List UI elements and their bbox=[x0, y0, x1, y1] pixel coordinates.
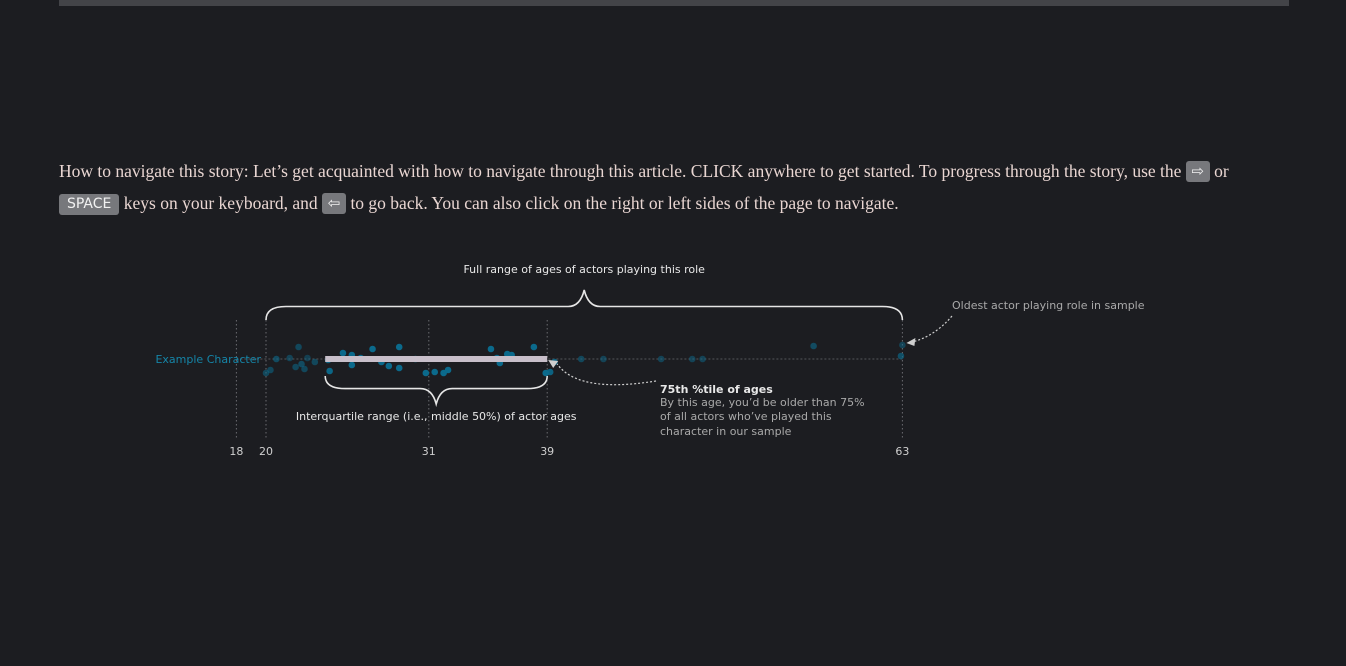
actor-point bbox=[600, 355, 607, 363]
iqr-annotation: Interquartile range (i.e., middle 50%) o… bbox=[296, 410, 577, 423]
q3-arrow bbox=[556, 363, 657, 386]
q3-annotation-title: 75th %tile of ages bbox=[660, 383, 773, 396]
actor-point bbox=[810, 342, 817, 350]
actor-point bbox=[339, 349, 347, 357]
q3-annotation-line-3: character in our sample bbox=[660, 425, 792, 438]
actor-point bbox=[395, 343, 403, 351]
x-axis-ticks: 18 20 31 39 63 bbox=[229, 445, 909, 458]
full-range-brace bbox=[265, 289, 904, 321]
actor-point bbox=[897, 352, 905, 360]
actor-point bbox=[444, 366, 452, 374]
actor-point bbox=[301, 365, 308, 373]
actor-point bbox=[267, 366, 274, 374]
actor-point bbox=[699, 355, 706, 363]
x-tick-label: 39 bbox=[540, 445, 554, 458]
oldest-actor-arrowhead bbox=[906, 338, 916, 346]
actor-point bbox=[286, 354, 293, 362]
full-range-annotation: Full range of ages of actors playing thi… bbox=[463, 263, 705, 276]
actor-point bbox=[657, 355, 665, 363]
x-tick-label: 31 bbox=[422, 445, 436, 458]
actor-point bbox=[431, 368, 439, 376]
age-range-chart: Example Character 18 20 31 39 63 Full range … bbox=[155, 263, 1145, 458]
actor-point bbox=[546, 368, 554, 376]
actor-point bbox=[326, 367, 333, 375]
character-label: Example Character bbox=[155, 353, 261, 366]
actor-point bbox=[273, 355, 280, 363]
x-tick-label: 20 bbox=[259, 445, 273, 458]
actor-point bbox=[311, 358, 319, 366]
actor-point bbox=[292, 363, 299, 371]
actor-point bbox=[530, 343, 538, 351]
actor-point bbox=[369, 345, 376, 353]
q3-annotation-line-2: of all actors who’ve played this bbox=[660, 410, 832, 423]
oldest-actor-annotation: Oldest actor playing role in sample bbox=[952, 299, 1145, 312]
actor-point bbox=[304, 354, 311, 362]
x-tick-label: 18 bbox=[229, 445, 243, 458]
iqr-brace bbox=[324, 375, 548, 408]
actor-point bbox=[577, 355, 585, 363]
actor-point bbox=[295, 343, 302, 351]
actor-point bbox=[348, 361, 356, 369]
actor-point bbox=[422, 369, 430, 377]
q3-annotation-line-1: By this age, you’d be older than 75% bbox=[660, 396, 865, 409]
actor-point bbox=[395, 364, 403, 372]
actor-point bbox=[385, 362, 393, 370]
oldest-actor-arrow bbox=[912, 315, 953, 343]
actor-point bbox=[899, 341, 906, 349]
x-tick-label: 63 bbox=[895, 445, 909, 458]
iqr-bar bbox=[325, 356, 548, 362]
actor-point bbox=[487, 345, 495, 353]
actor-point bbox=[688, 355, 696, 363]
